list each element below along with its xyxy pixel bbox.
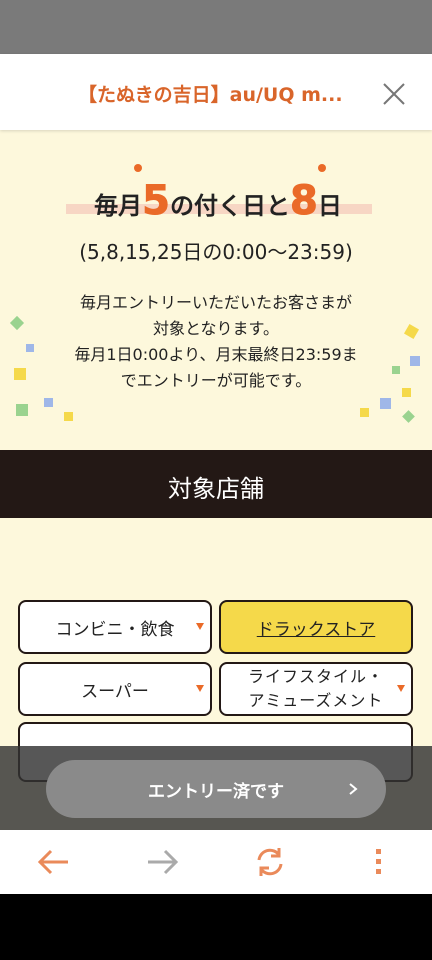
hero-title: 毎月5の付く日と8日	[94, 178, 342, 225]
confetti	[410, 356, 420, 366]
dropdown-arrow-icon	[397, 685, 405, 692]
confetti	[64, 412, 73, 421]
system-nav-area	[0, 894, 432, 960]
entry-button-label: エントリー済です	[148, 781, 284, 802]
confetti	[44, 398, 53, 407]
close-icon	[383, 83, 405, 105]
section-banner: 対象店舗	[0, 450, 432, 518]
back-button[interactable]	[36, 846, 72, 878]
page-content: 毎月5の付く日と8日 (5,8,15,25日の0:00〜23:59) 毎月エント…	[0, 130, 432, 830]
chevron-right-icon	[349, 783, 358, 795]
confetti	[26, 344, 34, 352]
more-vertical-icon	[376, 849, 381, 874]
browser-bottom-bar	[0, 830, 432, 894]
browser-header: 【たぬきの吉日】au/UQ m...	[0, 54, 432, 130]
dropdown-arrow-icon	[196, 623, 204, 630]
confetti	[16, 404, 28, 416]
confetti	[402, 410, 415, 423]
category-lifestyle-amusement[interactable]: ライフスタイル・ アミューズメント	[219, 662, 413, 716]
confetti	[380, 398, 391, 409]
hero-description: 毎月エントリーいただいたお客さまが 対象となります。 毎月1日0:00より、月末…	[74, 293, 358, 390]
reload-icon	[257, 848, 283, 876]
dot-over-five	[134, 164, 142, 172]
entry-overlay: エントリー済です	[0, 746, 432, 830]
confetti	[9, 315, 25, 331]
hero-section: 毎月5の付く日と8日 (5,8,15,25日の0:00〜23:59) 毎月エント…	[0, 130, 432, 450]
category-convenience-dining[interactable]: コンビニ・飲食	[18, 600, 212, 654]
category-supermarket[interactable]: スーパー	[18, 662, 212, 716]
entry-button[interactable]: エントリー済です	[46, 760, 386, 818]
hero-title-wrap: 毎月5の付く日と8日	[62, 164, 374, 225]
category-drugstore[interactable]: ドラックストア	[219, 600, 413, 654]
confetti	[14, 368, 26, 380]
status-bar	[0, 0, 432, 54]
confetti	[360, 408, 369, 417]
forward-arrow-icon	[148, 849, 179, 875]
confetti	[403, 323, 420, 340]
confetti	[392, 366, 400, 374]
back-arrow-icon	[37, 849, 68, 875]
confetti	[402, 388, 411, 397]
dropdown-arrow-icon	[196, 685, 204, 692]
page-title: 【たぬきの吉日】au/UQ m...	[78, 84, 343, 106]
hero-hours: (5,8,15,25日の0:00〜23:59)	[79, 240, 353, 264]
forward-button[interactable]	[144, 846, 180, 878]
dot-over-eight	[318, 164, 326, 172]
close-button[interactable]	[378, 78, 410, 110]
section-title: 対象店舗	[168, 475, 264, 503]
reload-button[interactable]	[252, 846, 288, 878]
more-button[interactable]	[360, 846, 396, 878]
